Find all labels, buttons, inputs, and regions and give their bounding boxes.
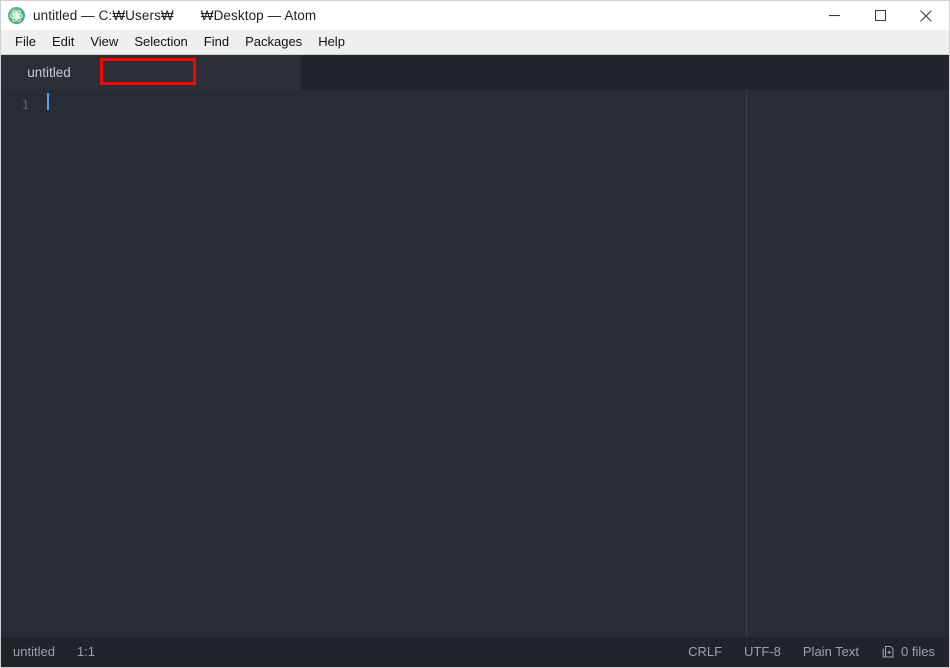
- status-encoding[interactable]: UTF-8: [733, 644, 792, 660]
- title-bar: untitled — C:₩Users₩ ₩Desktop — Atom: [1, 1, 949, 30]
- status-file-name[interactable]: untitled: [13, 644, 66, 660]
- status-git-files-label: 0 files: [901, 644, 935, 659]
- right-pane-empty: [747, 90, 949, 637]
- tab-bar: untitled: [1, 55, 949, 90]
- status-line-ending[interactable]: CRLF: [677, 644, 733, 660]
- editor-area[interactable]: 1: [1, 90, 949, 637]
- status-bar-left: untitled 1:1: [13, 644, 106, 660]
- menu-item-edit[interactable]: Edit: [44, 32, 82, 53]
- line-number: 1: [21, 97, 29, 112]
- status-bar-right: CRLF UTF-8 Plain Text 0 files: [677, 644, 935, 660]
- file-diff-icon: [881, 645, 896, 660]
- menu-item-find[interactable]: Find: [196, 32, 237, 53]
- window-controls: [811, 1, 949, 30]
- maximize-button[interactable]: [857, 1, 903, 30]
- menu-item-packages[interactable]: Packages: [237, 32, 310, 53]
- status-cursor-position[interactable]: 1:1: [66, 644, 106, 660]
- menu-item-file[interactable]: File: [7, 32, 44, 53]
- menu-item-selection[interactable]: Selection: [126, 32, 195, 53]
- tab-bar-empty-area: [301, 55, 949, 90]
- status-grammar[interactable]: Plain Text: [792, 644, 870, 660]
- close-button[interactable]: [903, 1, 949, 30]
- tab-label: untitled: [27, 65, 71, 80]
- menu-item-help[interactable]: Help: [310, 32, 353, 53]
- atom-logo-icon: [8, 7, 25, 24]
- status-git-files[interactable]: 0 files: [870, 644, 935, 660]
- minimize-button[interactable]: [811, 1, 857, 30]
- status-bar: untitled 1:1 CRLF UTF-8 Plain Text 0 fil…: [1, 637, 949, 667]
- line-number-gutter: 1: [1, 90, 39, 637]
- atom-window: untitled — C:₩Users₩ ₩Desktop — Atom Fil: [0, 0, 950, 668]
- tab-bar-pane: untitled: [1, 55, 301, 90]
- window-title: untitled — C:₩Users₩ ₩Desktop — Atom: [33, 8, 317, 23]
- menu-bar: File Edit View Selection Find Packages H…: [1, 30, 949, 55]
- menu-item-view[interactable]: View: [82, 32, 126, 53]
- logo-nucleus: [14, 13, 19, 18]
- tab-untitled[interactable]: untitled: [1, 55, 97, 90]
- text-cursor: [47, 93, 49, 110]
